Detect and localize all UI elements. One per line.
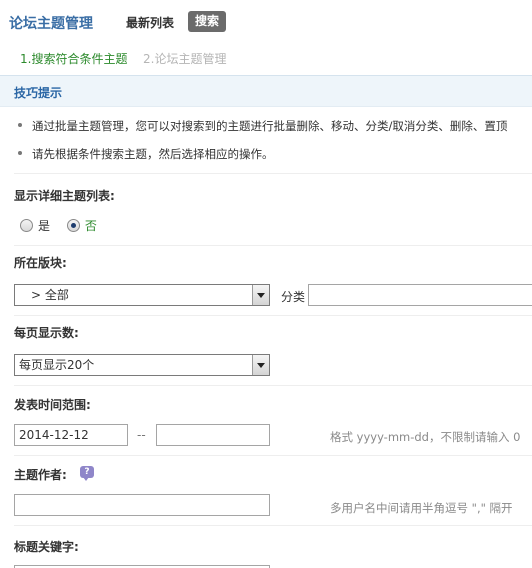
author-input[interactable] (14, 494, 270, 516)
nav-search-tab[interactable]: 搜索 (188, 11, 227, 32)
end-date-input[interactable] (156, 424, 270, 446)
bullet-icon (18, 122, 22, 127)
radio-no-label[interactable]: 否 (85, 217, 97, 234)
start-date-input[interactable]: 2014-12-12 (14, 424, 128, 446)
category-label: 分类 (281, 290, 306, 304)
header-bar: 论坛主题管理 最新列表 搜索 (0, 0, 532, 44)
divider (14, 315, 532, 316)
radio-no[interactable] (66, 219, 80, 232)
bullet-icon (18, 150, 22, 155)
step-indicator: 1.搜索符合条件主题 2.论坛主题管理 (0, 44, 532, 70)
radio-yes-label[interactable]: 是 (38, 217, 50, 234)
forum-select[interactable]: > 全部 (14, 284, 270, 306)
forum-label: 所在版块: (14, 256, 67, 270)
category-select[interactable] (308, 284, 532, 306)
chevron-down-icon[interactable] (252, 355, 269, 375)
author-hint: 多用户名中间请用半角逗号 "," 隔开 (330, 501, 513, 515)
tip-text: 通过批量主题管理，您可以对搜索到的主题进行批量删除、移动、分类/取消分类、删除、… (32, 119, 508, 133)
detail-list-radio-group: 是 否 (20, 217, 110, 233)
tips-title: 技巧提示 (14, 86, 63, 100)
tip-text: 请先根据条件搜索主题，然后选择相应的操作。 (32, 147, 274, 161)
divider (14, 525, 532, 526)
tip-item: 通过批量主题管理，您可以对搜索到的主题进行批量删除、移动、分类/取消分类、删除、… (18, 118, 507, 134)
keyword-label: 标题关键字: (14, 540, 79, 554)
nav-latest-list[interactable]: 最新列表 (126, 14, 174, 31)
help-bubble-icon[interactable]: ? (80, 466, 94, 481)
page-title: 论坛主题管理 (9, 16, 93, 32)
tip-item: 请先根据条件搜索主题，然后选择相应的操作。 (18, 146, 274, 162)
date-format-hint: 格式 yyyy-mm-dd，不限制请输入 0 (330, 430, 521, 444)
date-separator: -- (137, 428, 146, 442)
divider (14, 455, 532, 456)
per-page-select[interactable]: 每页显示20个 (14, 354, 270, 376)
forum-select-value: > 全部 (19, 288, 69, 302)
author-label: 主题作者: (14, 468, 67, 482)
step-1-search: 1.搜索符合条件主题 (20, 52, 128, 66)
radio-yes[interactable] (20, 219, 33, 232)
divider (14, 385, 532, 386)
detail-list-label: 显示详细主题列表: (14, 189, 115, 203)
divider (14, 173, 532, 174)
chevron-down-icon[interactable] (252, 285, 269, 305)
divider (14, 245, 532, 246)
time-range-label: 发表时间范围: (14, 398, 91, 412)
step-2-manage: 2.论坛主题管理 (143, 52, 227, 66)
per-page-select-value: 每页显示20个 (19, 358, 95, 372)
per-page-label: 每页显示数: (14, 326, 79, 340)
tips-header: 技巧提示 (0, 75, 532, 107)
